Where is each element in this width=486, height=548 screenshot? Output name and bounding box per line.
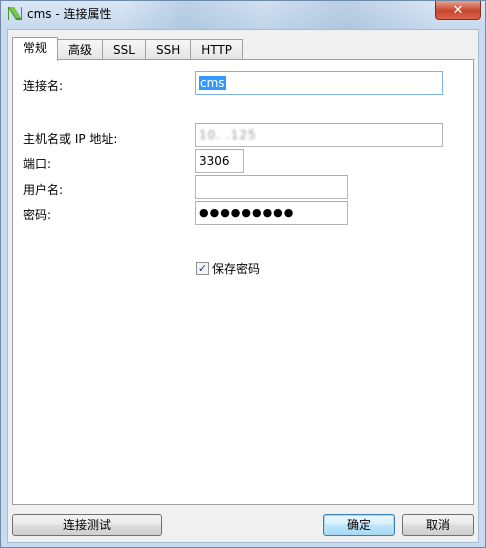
tab-strip: 常规 高级 SSL SSH HTTP bbox=[12, 37, 243, 61]
username-label: 用户名: bbox=[23, 183, 64, 197]
navicat-app-icon bbox=[7, 5, 23, 21]
port-value: 3306 bbox=[199, 154, 230, 168]
password-input[interactable]: ●●●●●●●●● bbox=[195, 201, 348, 225]
password-value: ●●●●●●●●● bbox=[199, 206, 295, 219]
username-input[interactable] bbox=[195, 175, 348, 199]
cancel-button[interactable]: 取消 bbox=[402, 514, 474, 536]
connection-name-label: 连接名: bbox=[23, 79, 64, 93]
host-input[interactable]: 10. .125 bbox=[195, 123, 443, 147]
port-input[interactable]: 3306 bbox=[195, 149, 244, 173]
checkmark-icon: ✓ bbox=[197, 262, 208, 275]
tab-ssh[interactable]: SSH bbox=[144, 39, 192, 61]
connection-properties-dialog: cms - 连接属性 ✕ 常规 高级 SSL SSH HTTP 连接名: cms… bbox=[0, 0, 486, 548]
test-connection-button[interactable]: 连接测试 bbox=[12, 514, 162, 536]
tab-http[interactable]: HTTP bbox=[190, 39, 243, 61]
host-label: 主机名或 IP 地址: bbox=[23, 132, 118, 146]
host-value: 10. .125 bbox=[199, 128, 257, 142]
connection-name-value: cms bbox=[199, 76, 226, 90]
title-bar-background bbox=[121, 1, 441, 29]
close-button[interactable]: ✕ bbox=[435, 1, 481, 20]
save-password-label: 保存密码 bbox=[212, 262, 261, 276]
ok-button[interactable]: 确定 bbox=[323, 514, 395, 536]
general-tab-panel: 连接名: cms 主机名或 IP 地址: 10. .125 端口: 3306 用… bbox=[12, 59, 474, 505]
password-label: 密码: bbox=[23, 208, 52, 222]
title-bar[interactable]: cms - 连接属性 ✕ bbox=[1, 1, 485, 29]
save-password-option[interactable]: ✓ 保存密码 bbox=[196, 260, 260, 277]
window-title: cms - 连接属性 bbox=[27, 7, 112, 21]
tab-ssl[interactable]: SSL bbox=[102, 39, 146, 61]
port-label: 端口: bbox=[23, 157, 52, 171]
tab-advanced[interactable]: 高级 bbox=[57, 39, 104, 61]
dialog-body: 常规 高级 SSL SSH HTTP 连接名: cms 主机名或 IP 地址: … bbox=[7, 29, 479, 543]
connection-name-input[interactable]: cms bbox=[195, 71, 443, 95]
save-password-checkbox[interactable]: ✓ bbox=[196, 262, 209, 275]
close-icon: ✕ bbox=[452, 2, 464, 18]
tab-general[interactable]: 常规 bbox=[12, 37, 59, 61]
